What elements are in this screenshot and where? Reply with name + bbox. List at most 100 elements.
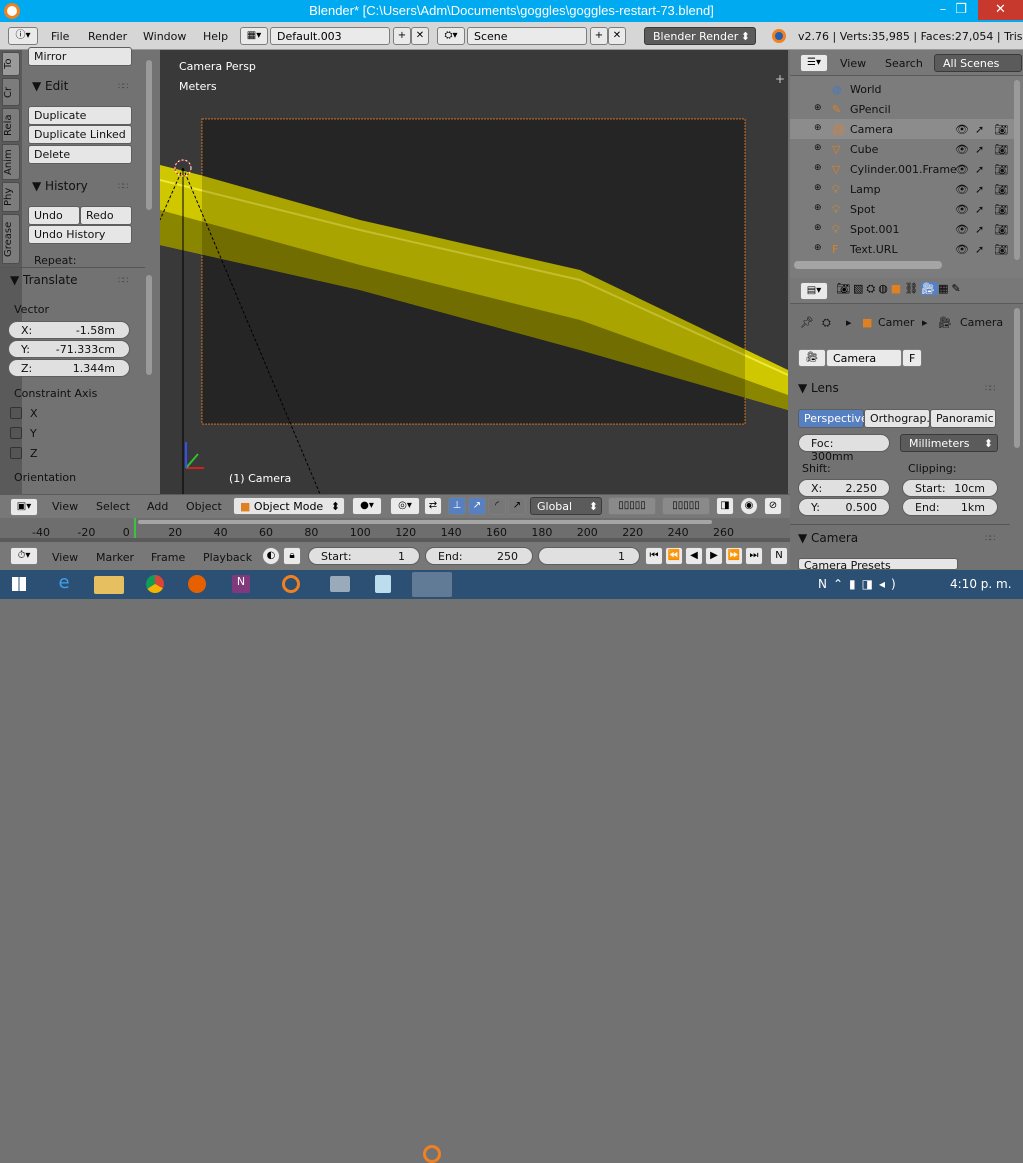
render-layers-tab-icon[interactable]: ▧ [853,282,866,295]
vector-y-field[interactable]: Y: -71.333cm [8,340,130,358]
clip-end-field[interactable]: End: 1km [902,498,998,516]
drag-handle-icon[interactable]: ∷∷ [118,276,129,286]
play-icon[interactable]: ▶ [705,547,723,565]
layers-grid-2[interactable]: ▯▯▯▯▯ [662,497,710,515]
mode-select[interactable]: ■ Object Mode ⬍ [233,497,345,515]
tab-create[interactable]: Cr [2,78,20,106]
vector-x-field[interactable]: X: -1.58m [8,321,130,339]
info-editor-icon[interactable]: ⓘ▾ [8,27,38,45]
expand-icon[interactable]: ⊕ [814,203,822,213]
plus-icon[interactable]: + [775,72,785,86]
timeline-editor-icon[interactable]: ⏱▾ [10,547,38,565]
pin-icon[interactable]: 📌︎ [800,316,814,329]
render-preview-icon[interactable]: ◉ [740,497,758,515]
history-panel-header[interactable]: ▼ History [32,179,88,193]
visibility-eye-icon[interactable]: 👁︎ [955,203,969,216]
firefox-icon[interactable] [188,575,206,593]
blender-taskbar-icon[interactable] [282,575,300,593]
tab-tools[interactable]: To [2,52,20,76]
menu-help[interactable]: Help [203,30,228,43]
selectable-cursor-icon[interactable]: ➚ [975,123,984,136]
camera-datablock-field[interactable]: Camera [826,349,902,367]
selectable-cursor-icon[interactable]: ➚ [975,163,984,176]
edit-panel-header[interactable]: ▼ Edit [32,79,68,93]
expand-icon[interactable]: ⊕ [814,243,822,253]
tl-menu-view[interactable]: View [52,551,78,564]
outliner-item[interactable]: ⊕ 💡︎ Lamp 👁︎ ➚ 📷︎ [800,180,1010,200]
renderable-camera-icon[interactable]: 📷︎ [994,243,1008,256]
drag-handle-icon[interactable]: ∷∷ [985,534,996,544]
render-engine-select[interactable]: Blender Render ⬍ [644,27,756,45]
outliner-vscroll[interactable] [1014,80,1020,260]
screen-layout-icon[interactable]: ▦▾ [240,27,268,45]
menu-render[interactable]: Render [88,30,127,43]
3d-viewport[interactable]: Camera Persp Meters + (1) Camera [160,50,788,494]
data-tab-icon[interactable]: 🎥︎ [921,282,939,295]
duplicate-button[interactable]: Duplicate [28,106,132,125]
jump-start-icon[interactable]: ⏮ [645,547,663,565]
tab-grease-pencil[interactable]: Grease [2,214,20,264]
properties-editor-icon[interactable]: ▤▾ [800,282,828,300]
outliner-item[interactable]: ⊕ ▽ Cylinder.001.Frame 👁︎ ➚ 📷︎ [800,160,1010,180]
lens-perspective-button[interactable]: Perspective [798,409,868,428]
blender-active-taskbar-icon[interactable] [412,572,452,597]
maximize-button[interactable]: ❐ [946,0,976,20]
expand-icon[interactable]: ⊕ [814,103,822,113]
file-explorer-icon[interactable] [94,576,124,594]
prev-keyframe-icon[interactable]: ⏪ [665,547,683,565]
app-icon[interactable] [330,576,350,592]
camera-datablock-icon[interactable]: 🎥︎ [798,349,826,367]
rotate-manipulator[interactable]: ↗ [468,497,486,515]
scene-tab-icon[interactable]: ⛭ [866,282,878,295]
render-tab-icon[interactable]: 📷︎ [836,282,853,295]
jump-end-icon[interactable]: ⏭ [745,547,763,565]
visibility-eye-icon[interactable]: 👁︎ [955,183,969,196]
pin-tab-icon[interactable]: ✎ [952,282,964,295]
menu-object[interactable]: Object [186,500,222,513]
visibility-eye-icon[interactable]: 👁︎ [955,243,969,256]
selectable-cursor-icon[interactable]: ➚ [975,223,984,236]
camera-presets-select[interactable]: Camera Presets [798,558,958,570]
clock[interactable]: 4:10 p. m. [950,577,1012,591]
timeline-ruler[interactable]: -40 -20 0 20 40 60 80 100 120 140 160 180 200 220 240 2… [0,518,790,542]
drag-handle-icon[interactable]: ∷∷ [118,182,129,192]
menu-window[interactable]: Window [143,30,186,43]
add-layout-icon[interactable]: + [393,27,411,45]
onenote-icon[interactable]: N [232,575,250,593]
pivot-select[interactable]: ◎▾ [390,497,420,515]
visibility-eye-icon[interactable]: 👁︎ [955,143,969,156]
drag-handle-icon[interactable]: ∷∷ [118,82,129,92]
outliner-item[interactable]: ⊕ 💡︎ Spot.001 👁︎ ➚ 📷︎ [800,220,1010,240]
outliner-item[interactable]: ⊕ ▽ Cube 👁︎ ➚ 📷︎ [800,140,1010,160]
shading-select[interactable]: ●▾ [352,497,382,515]
tab-relations[interactable]: Rela [2,108,20,142]
translate-panel-header[interactable]: ▼ Translate [10,273,78,287]
lock-icon[interactable]: 🔒︎ [283,547,301,565]
properties-scrollbar[interactable] [1014,308,1020,448]
menu-view[interactable]: View [52,500,78,513]
tl-menu-marker[interactable]: Marker [96,551,134,564]
keying-icon[interactable]: N [770,547,788,565]
notepad-icon[interactable] [375,575,391,593]
undo-history-button[interactable]: Undo History [28,225,132,244]
camera-panel-header[interactable]: ▼ Camera [798,531,858,545]
close-button[interactable]: ✕ [978,0,1023,20]
translate-manipulator[interactable]: ⊥ [448,497,466,515]
outliner-menu-view[interactable]: View [840,57,866,70]
fake-user-button[interactable]: F [902,349,922,367]
constraint-y-checkbox[interactable] [10,427,22,439]
scene-field[interactable]: Scene [467,27,587,45]
expand-icon[interactable]: ⊕ [814,223,822,233]
renderable-camera-icon[interactable]: 📷︎ [994,123,1008,136]
expand-icon[interactable]: ⊕ [814,183,822,193]
tab-physics[interactable]: Phy [2,182,20,212]
shift-y-field[interactable]: Y: 0.500 [798,498,890,516]
selectable-cursor-icon[interactable]: ➚ [975,243,984,256]
screen-layout-field[interactable]: Default.003 [270,27,390,45]
tl-menu-frame[interactable]: Frame [151,551,185,564]
windows-start-icon[interactable] [12,577,26,591]
internet-explorer-icon[interactable]: e [44,572,84,597]
duplicate-linked-button[interactable]: Duplicate Linked [28,125,132,144]
delete-button[interactable]: Delete [28,145,132,164]
transform-orientation-select[interactable]: Global ⬍ [530,497,602,515]
